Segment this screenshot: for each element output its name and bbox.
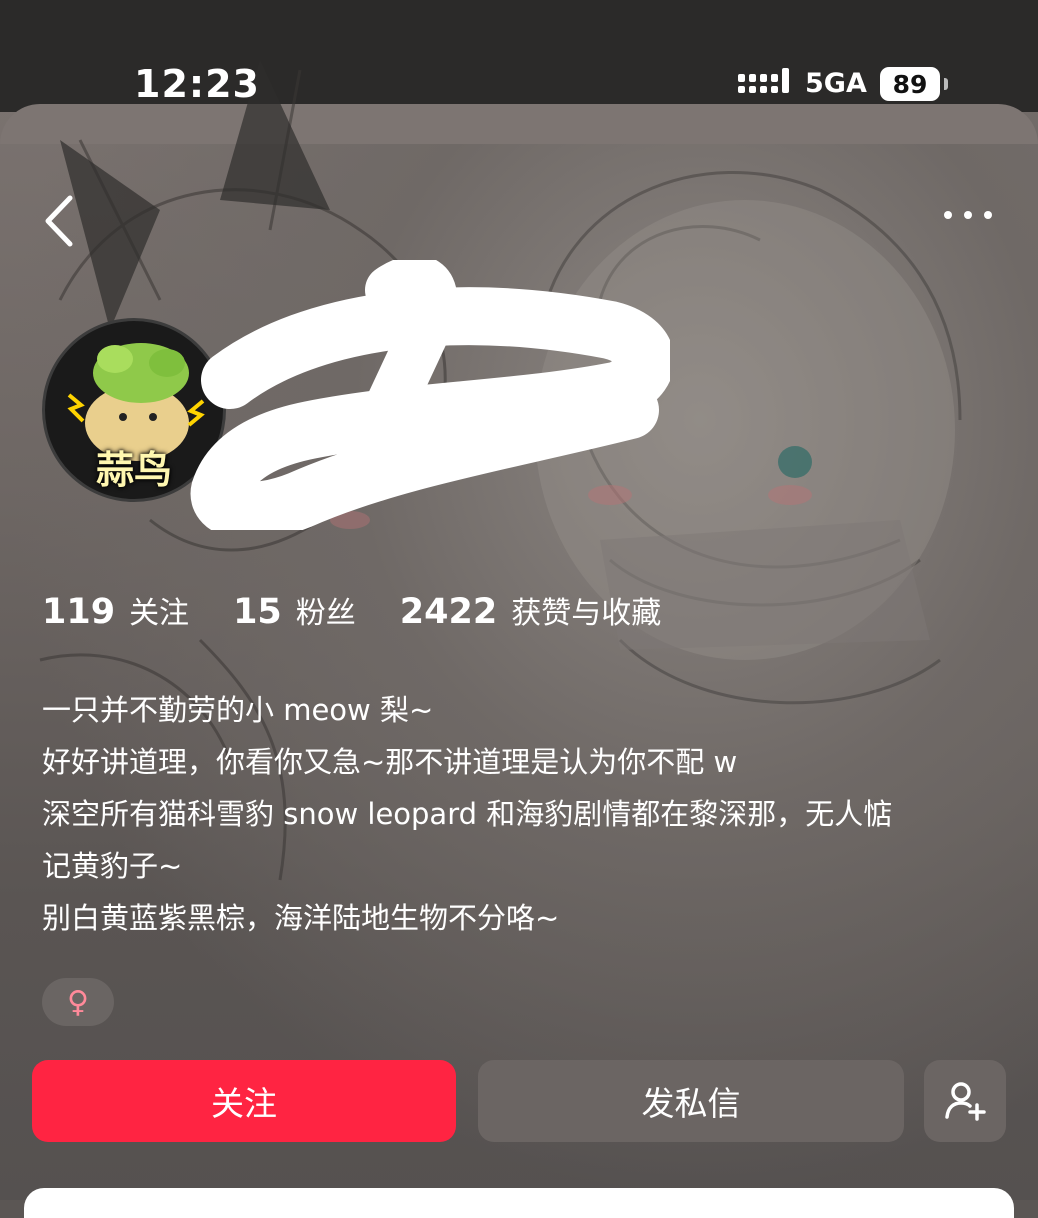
bio-line: 记黄豹子~ xyxy=(42,849,183,883)
redacted-username xyxy=(190,260,670,530)
stat-label: 关注 xyxy=(129,596,190,631)
status-time: 12:23 xyxy=(134,62,260,106)
stat-value: 15 xyxy=(233,592,282,632)
stat-likes[interactable]: 2422 获赞与收藏 xyxy=(400,588,661,632)
message-button-label: 发私信 xyxy=(641,1084,741,1123)
battery-tip xyxy=(944,78,948,90)
female-icon: ♀ xyxy=(67,984,89,1020)
stat-label: 粉丝 xyxy=(295,596,356,631)
stat-value: 2422 xyxy=(399,592,498,632)
add-user-icon xyxy=(945,1082,986,1121)
gender-tag: ♀ xyxy=(42,978,114,1026)
network-label: 5GA xyxy=(805,68,867,99)
chevron-left-icon[interactable] xyxy=(40,194,80,248)
stat-value: 119 xyxy=(42,592,116,632)
follow-button-label: 关注 xyxy=(211,1084,277,1123)
battery-indicator: 89 xyxy=(880,67,940,101)
bio-line: 一只并不勤劳的小 meow 梨~ xyxy=(42,693,434,727)
bio-line: 好好讲道理，你看你又急~那不讲道理是认为你不配 w xyxy=(42,745,738,779)
stat-following[interactable]: 119 关注 xyxy=(42,588,189,632)
message-button[interactable]: 发私信 xyxy=(478,1060,904,1142)
stat-label: 获赞与收藏 xyxy=(511,596,662,631)
add-friend-button[interactable] xyxy=(924,1060,1006,1142)
content-sheet-edge xyxy=(24,1188,1014,1218)
profile-stats: 119 关注 15 粉丝 2422 获赞与收藏 xyxy=(42,588,705,632)
bio-line: 别白黄蓝紫黑棕，海洋陆地生物不分咯~ xyxy=(42,901,560,935)
bio-line: 深空所有猫科雪豹 snow leopard 和海豹剧情都在黎深那，无人惦 xyxy=(42,797,893,831)
ellipsis-icon[interactable] xyxy=(940,200,996,230)
profile-bio: 一只并不勤劳的小 meow 梨~ 好好讲道理，你看你又急~那不讲道理是认为你不配… xyxy=(42,684,1012,944)
signal-icon xyxy=(738,68,789,93)
stat-followers[interactable]: 15 粉丝 xyxy=(233,588,356,632)
follow-button[interactable]: 关注 xyxy=(32,1060,456,1142)
